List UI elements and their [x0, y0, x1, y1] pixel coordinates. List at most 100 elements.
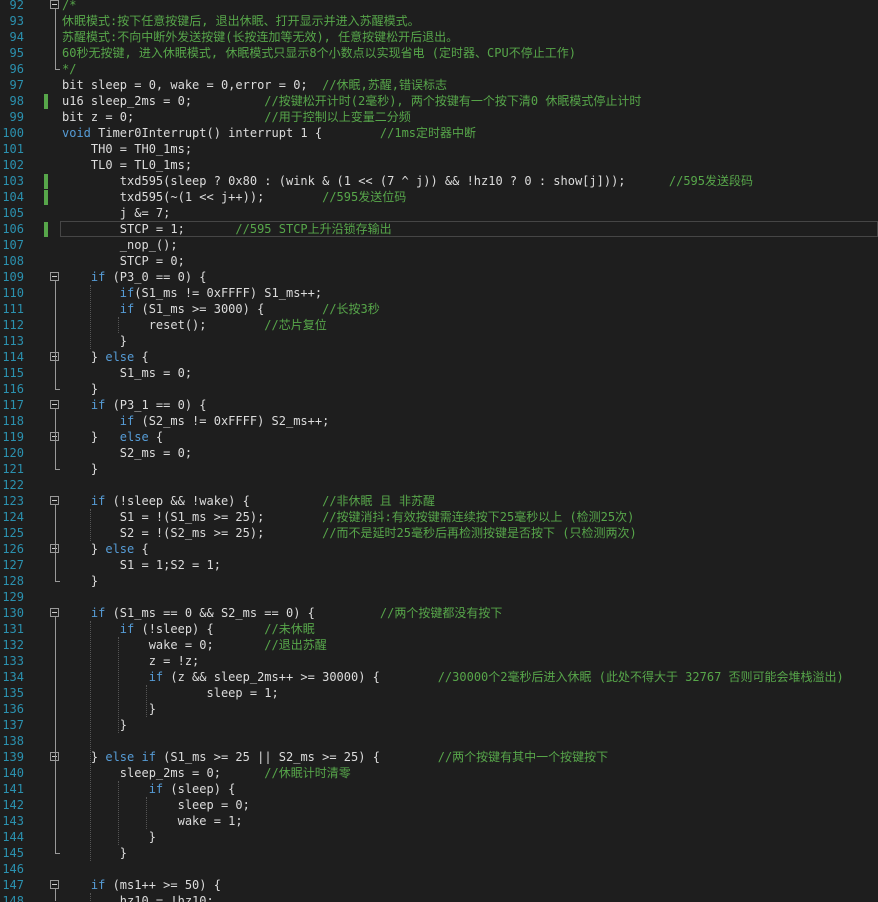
code-text: if (S2_ms != 0xFFFF) S2_ms++;: [119, 414, 330, 428]
line-number: 110: [2, 286, 24, 300]
line-number: 101: [2, 142, 24, 156]
line-number: 99: [9, 110, 24, 124]
code-text: }: [62, 702, 156, 716]
fold-guide: [55, 409, 56, 469]
code-line[interactable]: 145 }: [0, 845, 878, 861]
collapse-icon[interactable]: [50, 880, 59, 889]
code-line[interactable]: 119 } else {: [0, 429, 878, 445]
code-line[interactable]: 118 if (S2_ms != 0xFFFF) S2_ms++;: [0, 413, 878, 429]
fold-guide-end: [55, 469, 60, 470]
code-line[interactable]: 126 } else {: [0, 541, 878, 557]
code-line[interactable]: 136 }: [0, 701, 878, 717]
code-text: /*: [62, 0, 77, 12]
code-line[interactable]: 115 S1_ms = 0;: [0, 365, 878, 381]
line-number: 116: [2, 382, 24, 396]
code-line[interactable]: 128 }: [0, 573, 878, 589]
code-line[interactable]: 111 if (S1_ms >= 3000) { //长按3秒: [0, 301, 878, 317]
collapse-icon[interactable]: [50, 400, 59, 409]
code-line[interactable]: 112 reset(); //芯片复位: [0, 317, 878, 333]
code-line[interactable]: 117 if (P3_1 == 0) {: [0, 397, 878, 413]
code-line[interactable]: 110 if(S1_ms != 0xFFFF) S1_ms++;: [0, 285, 878, 301]
code-line[interactable]: 102 TL0 = TL0_1ms;: [0, 157, 878, 173]
line-number: 123: [2, 494, 24, 508]
code-line[interactable]: 139 } else if (S1_ms >= 25 || S2_ms >= 2…: [0, 749, 878, 765]
code-text: j &= 7;: [62, 206, 171, 220]
code-text: S2_ms = 0;: [62, 446, 193, 460]
code-line[interactable]: 124 S1 = !(S1_ms >= 25); //按键消抖:有效按键需连续按…: [0, 509, 878, 525]
code-line[interactable]: 100 void Timer0Interrupt() interrupt 1 { …: [0, 125, 878, 141]
line-number: 100: [2, 126, 24, 140]
code-line[interactable]: 140 sleep_2ms = 0; //休眠计时清零: [0, 765, 878, 781]
code-line[interactable]: 96 */: [0, 61, 878, 77]
code-line[interactable]: 147 if (ms1++ >= 50) {: [0, 877, 878, 893]
collapse-icon[interactable]: [50, 608, 59, 617]
code-line[interactable]: 130 if (S1_ms == 0 && S2_ms == 0) { //两个…: [0, 605, 878, 621]
indent-guide: [90, 285, 91, 349]
code-line[interactable]: 98 u16 sleep_2ms = 0; //按键松开计时(2毫秒), 两个按键…: [0, 93, 878, 109]
line-number: 130: [2, 606, 24, 620]
line-number: 140: [2, 766, 24, 780]
line-number: 148: [2, 894, 24, 902]
fold-guide-end: [55, 581, 60, 582]
code-line[interactable]: 127 S1 = 1;S2 = 1;: [0, 557, 878, 573]
code-line[interactable]: 94 苏醒模式:不向中断外发送按键(长按连加等无效), 任意按键松开后退出。: [0, 29, 878, 45]
code-line[interactable]: 113 }: [0, 333, 878, 349]
code-text: 休眠模式:按下任意按键后, 退出休眠、打开显示并进入苏醒模式。: [62, 14, 420, 28]
code-line[interactable]: 131 if (!sleep) { //未休眠: [0, 621, 878, 637]
code-text: S1_ms = 0;: [62, 366, 193, 380]
code-text: hz10 = !hz10;: [62, 894, 214, 902]
code-line[interactable]: 148 hz10 = !hz10;: [0, 893, 878, 902]
code-line[interactable]: 137 }: [0, 717, 878, 733]
line-number: 146: [2, 862, 24, 876]
code-line[interactable]: 123 if (!sleep && !wake) { //非休眠 且 非苏醒: [0, 493, 878, 509]
code-line[interactable]: 121 }: [0, 461, 878, 477]
code-line[interactable]: 103 txd595(sleep ? 0x80 : (wink & (1 << …: [0, 173, 878, 189]
code-line[interactable]: 143 wake = 1;: [0, 813, 878, 829]
code-line[interactable]: 144 }: [0, 829, 878, 845]
code-text: if (z && sleep_2ms++ >= 30000) { //30000…: [148, 670, 844, 684]
code-text: 苏醒模式:不向中断外发送按键(长按连加等无效), 任意按键松开后退出。: [62, 30, 459, 44]
collapse-icon[interactable]: [50, 272, 59, 281]
code-line[interactable]: 129: [0, 589, 878, 605]
code-line[interactable]: 101 TH0 = TH0_1ms;: [0, 141, 878, 157]
indent-guide: [90, 621, 91, 861]
code-text: S1 = 1;S2 = 1;: [62, 558, 221, 572]
code-line[interactable]: 108 STCP = 0;: [0, 253, 878, 269]
line-number: 121: [2, 462, 24, 476]
code-line[interactable]: 109 if (P3_0 == 0) {: [0, 269, 878, 285]
code-line[interactable]: 146: [0, 861, 878, 877]
line-number: 92: [9, 0, 24, 12]
code-line[interactable]: 93 休眠模式:按下任意按键后, 退出休眠、打开显示并进入苏醒模式。: [0, 13, 878, 29]
collapse-icon[interactable]: [50, 496, 59, 505]
code-line[interactable]: 106 STCP = 1; //595 STCP上升沿锁存输出: [0, 221, 878, 237]
code-line[interactable]: 114 } else {: [0, 349, 878, 365]
code-line[interactable]: 104 txd595(~(1 << j++)); //595发送位码: [0, 189, 878, 205]
code-editor[interactable]: 92 /* 93 休眠模式:按下任意按键后, 退出休眠、打开显示并进入苏醒模式。 94 苏…: [0, 0, 878, 902]
code-line[interactable]: 95 60秒无按键, 进入休眠模式, 休眠模式只显示8个小数点以实现省电 (定时器…: [0, 45, 878, 61]
code-line[interactable]: 122: [0, 477, 878, 493]
code-line[interactable]: 120 S2_ms = 0;: [0, 445, 878, 461]
code-line[interactable]: 116 }: [0, 381, 878, 397]
code-line[interactable]: 138: [0, 733, 878, 749]
code-line[interactable]: 135 sleep = 1;: [0, 685, 878, 701]
code-line[interactable]: 92 /*: [0, 0, 878, 13]
code-line[interactable]: 142 sleep = 0;: [0, 797, 878, 813]
code-line[interactable]: 107 _nop_();: [0, 237, 878, 253]
code-line[interactable]: 105 j &= 7;: [0, 205, 878, 221]
code-text: }: [62, 846, 128, 860]
code-text: }: [62, 574, 99, 588]
code-line[interactable]: 134 if (z && sleep_2ms++ >= 30000) { //3…: [0, 669, 878, 685]
line-number: 109: [2, 270, 24, 284]
code-line[interactable]: 99 bit z = 0; //用于控制以上变量二分频: [0, 109, 878, 125]
code-line[interactable]: 97 bit sleep = 0, wake = 0,error = 0; //休…: [0, 77, 878, 93]
collapse-icon[interactable]: [50, 0, 59, 9]
line-number: 145: [2, 846, 24, 860]
code-line[interactable]: 125 S2 = !(S2_ms >= 25); //而不是延时25毫秒后再检测…: [0, 525, 878, 541]
line-number: 107: [2, 238, 24, 252]
code-line[interactable]: 141 if (sleep) {: [0, 781, 878, 797]
line-number: 138: [2, 734, 24, 748]
code-text: void Timer0Interrupt() interrupt 1 { //1…: [62, 126, 477, 140]
code-line[interactable]: 133 z = !z;: [0, 653, 878, 669]
code-line[interactable]: 132 wake = 0; //退出苏醒: [0, 637, 878, 653]
code-text: if (!sleep && !wake) { //非休眠 且 非苏醒: [90, 494, 436, 508]
